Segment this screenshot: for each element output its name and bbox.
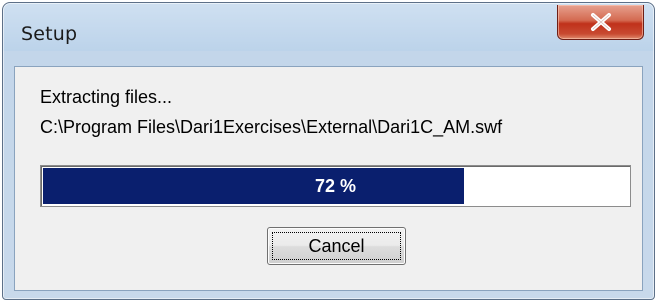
- status-action-text: Extracting files...: [40, 87, 173, 107]
- progress-percent-label: 72 %: [314, 175, 357, 196]
- setup-dialog: Setup Extracting files... C:\Program Fil…: [2, 2, 655, 300]
- close-x-icon: [591, 13, 611, 31]
- cancel-button[interactable]: Cancel: [267, 227, 406, 265]
- extraction-progress-bar: 72 %: [40, 165, 631, 207]
- window-title: Setup: [21, 23, 78, 45]
- dialog-content: Extracting files... C:\Program Files\Dar…: [14, 66, 643, 291]
- cancel-button-label: Cancel: [272, 232, 401, 260]
- close-button[interactable]: [557, 5, 644, 40]
- current-file-path: C:\Program Files\Dari1Exercises\External…: [40, 117, 503, 137]
